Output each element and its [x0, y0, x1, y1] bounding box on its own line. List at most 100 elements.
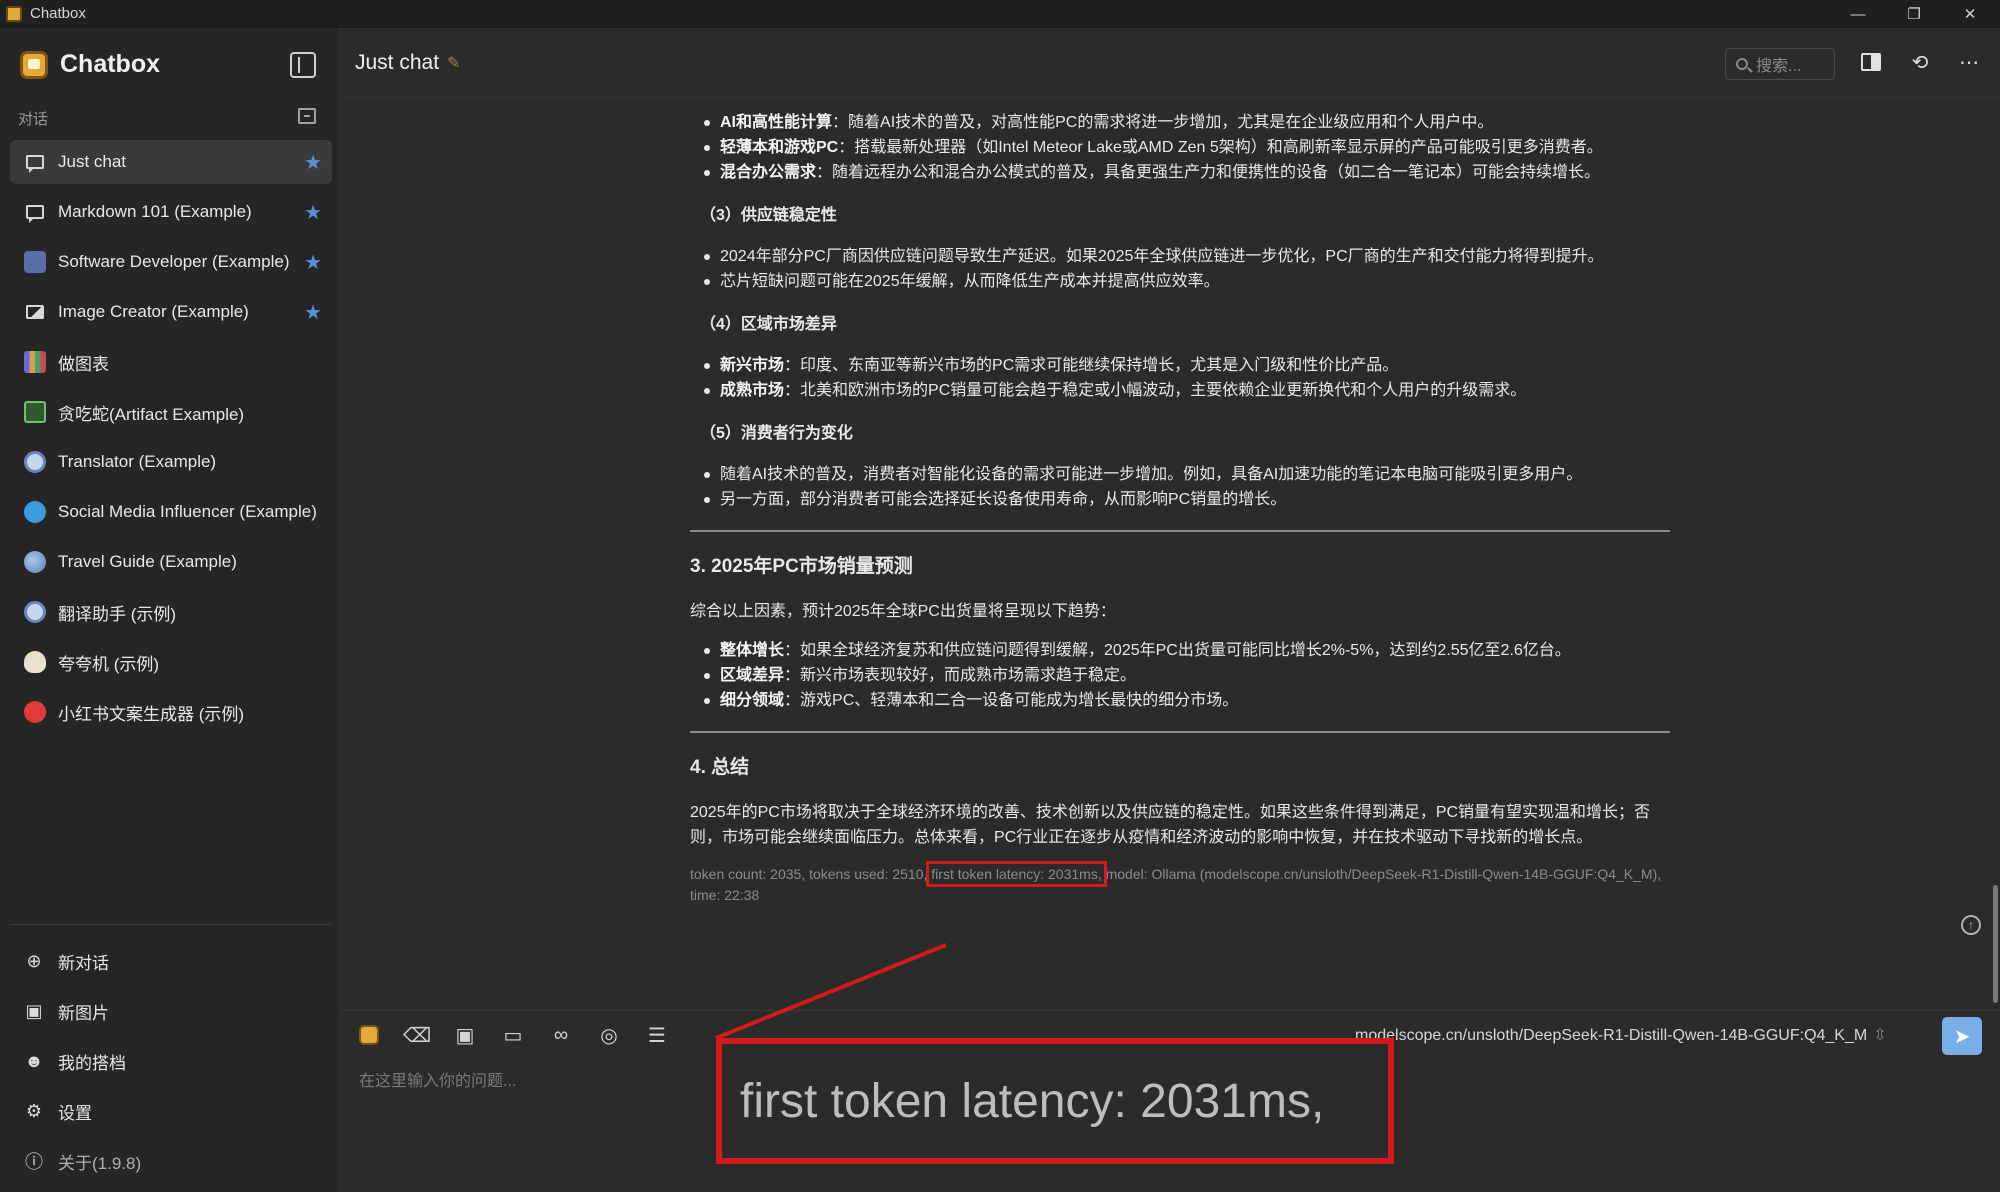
new-image-button[interactable]: ▣ 新图片 [10, 989, 332, 1033]
send-button[interactable]: ➤ [1942, 1017, 1982, 1055]
twitter-avatar-icon [24, 501, 46, 523]
xiaohongshu-avatar-icon [24, 701, 46, 723]
restore-button[interactable]: ❐ [1886, 0, 1942, 28]
assistant-message: AI和高性能计算：随着AI技术的普及，对高性能PC的需求将进一步增加，尤其是在企… [690, 110, 1670, 906]
session-item-chart[interactable]: 做图表 [10, 340, 332, 384]
settings-button[interactable]: ⚙ 设置 [10, 1089, 332, 1133]
my-partners-button[interactable]: ☻ 我的搭档 [10, 1039, 332, 1083]
bullet-list: AI和高性能计算：随着AI技术的普及，对高性能PC的需求将进一步增加，尤其是在企… [690, 110, 1670, 185]
list-item: 新兴市场：印度、东南亚等新兴市场的PC需求可能继续保持增长，尤其是入门级和性价比… [690, 353, 1670, 378]
eraser-icon[interactable]: ⌫ [403, 1021, 431, 1049]
list-item: 细分领域：游戏PC、轻薄本和二合一设备可能成为增长最快的细分市场。 [690, 688, 1670, 713]
message-input[interactable]: 在这里输入你的问题... [359, 1067, 516, 1091]
globe-avatar-icon [24, 551, 46, 573]
divider [690, 530, 1670, 532]
session-item-praise-bot[interactable]: 夸夸机 (示例) [10, 640, 332, 684]
history-icon[interactable]: ⟲ [1908, 50, 1932, 74]
collapse-sidebar-icon[interactable] [290, 52, 316, 78]
star-icon[interactable]: ★ [304, 300, 322, 325]
list-item: 2024年部分PC厂商因供应链问题导致生产延迟。如果2025年全球供应链进一步优… [690, 244, 1670, 269]
translator-avatar-icon [24, 451, 46, 473]
session-label: 做图表 [58, 354, 109, 374]
image-icon [24, 301, 46, 323]
list-item: 另一方面，部分消费者可能会选择延长设备使用寿命，从而影响PC销量的增长。 [690, 487, 1670, 512]
window-titlebar: Chatbox — ❐ ✕ [0, 0, 2000, 28]
image-add-icon: ▣ [25, 1000, 43, 1021]
more-icon[interactable]: ⋯ [1957, 50, 1981, 74]
chatbox-logo-icon [20, 50, 48, 79]
subheading: （3）供应链稳定性 [700, 207, 837, 224]
session-item-snake[interactable]: 贪吃蛇(Artifact Example) [10, 390, 332, 434]
list-item: 轻薄本和游戏PC：搭载最新处理器（如Intel Meteor Lake或AMD … [690, 135, 1670, 160]
session-item-social-media[interactable]: Social Media Influencer (Example) [10, 490, 332, 534]
close-button[interactable]: ✕ [1942, 0, 1998, 28]
chart-avatar-icon [24, 351, 46, 373]
minimize-button[interactable]: — [1830, 0, 1886, 28]
split-view-icon[interactable] [1859, 50, 1883, 74]
archive-icon[interactable] [298, 108, 316, 124]
sidebar: Chatbox 对话 Just chat ★ Markdown 101 (Exa… [0, 28, 340, 1192]
star-icon[interactable]: ★ [304, 250, 322, 275]
session-label: 小红书文案生成器 (示例) [58, 704, 245, 724]
chat-title[interactable]: Just chat [355, 51, 439, 75]
message-meta: token count: 2035, tokens used: 2510, fi… [690, 861, 1662, 903]
section-label: 对话 [18, 111, 49, 128]
action-label: 关于(1.9.8) [58, 1153, 142, 1173]
session-item-translation-helper[interactable]: 翻译助手 (示例) [10, 590, 332, 634]
session-label: Social Media Influencer (Example) [58, 502, 317, 521]
scrollbar[interactable] [1993, 885, 1998, 1003]
search-placeholder: 搜索... [1756, 58, 1802, 75]
session-item-image-creator[interactable]: Image Creator (Example) ★ [10, 290, 332, 334]
action-label: 新图片 [58, 1003, 109, 1023]
list-item: AI和高性能计算：随着AI技术的普及，对高性能PC的需求将进一步增加，尤其是在企… [690, 110, 1670, 135]
session-label: Markdown 101 (Example) [58, 202, 252, 221]
list-item: 整体增长：如果全球经济复苏和供应链问题得到缓解，2025年PC出货量可能同比增长… [690, 638, 1670, 663]
session-item-just-chat[interactable]: Just chat ★ [10, 140, 332, 184]
session-label: Just chat [58, 152, 127, 171]
about-button[interactable]: ⓘ 关于(1.9.8) [10, 1139, 332, 1183]
edit-title-icon[interactable]: ✎ [447, 53, 460, 73]
zoom-callout-text: first token latency: 2031ms, [740, 1074, 1325, 1128]
link-icon[interactable]: ∞ [547, 1021, 575, 1049]
list-item: 混合办公需求：随着远程办公和混合办公模式的普及，具备更强生产力和便携性的设备（如… [690, 160, 1670, 185]
info-icon: ⓘ [25, 1152, 43, 1172]
partner-icon: ☻ [24, 1050, 44, 1071]
chatbox-mini-icon[interactable] [355, 1021, 383, 1049]
developer-avatar-icon [24, 251, 46, 273]
list-item: 芯片短缺问题可能在2025年缓解，从而降低生产成本并提高供应效率。 [690, 269, 1670, 294]
chat-bubble-icon [24, 151, 46, 173]
sliders-icon[interactable]: ☰ [643, 1021, 671, 1049]
new-chat-button[interactable]: ⊕ 新对话 [10, 939, 332, 983]
input-toolbar: ⌫ ▣ ▭ ∞ ◎ ☰ [355, 1021, 691, 1049]
session-item-markdown[interactable]: Markdown 101 (Example) ★ [10, 190, 332, 234]
session-label: Travel Guide (Example) [58, 552, 237, 571]
translator-avatar-icon [24, 601, 46, 623]
scroll-to-top-icon[interactable]: ↑ [1961, 915, 1981, 935]
bullet-list: 新兴市场：印度、东南亚等新兴市场的PC需求可能继续保持增长，尤其是入门级和性价比… [690, 353, 1670, 403]
image-upload-icon[interactable]: ▣ [451, 1021, 479, 1049]
session-item-software-developer[interactable]: Software Developer (Example) ★ [10, 240, 332, 284]
chat-header: Just chat ✎ 搜索... ⟲ ⋯ [341, 28, 2000, 98]
app-icon [6, 5, 22, 22]
action-label: 新对话 [58, 953, 109, 973]
session-item-xiaohongshu[interactable]: 小红书文案生成器 (示例) [10, 690, 332, 734]
model-selector[interactable]: modelscope.cn/unsloth/DeepSeek-R1-Distil… [1355, 1025, 1887, 1045]
bullet-list: 2024年部分PC厂商因供应链问题导致生产延迟。如果2025年全球供应链进一步优… [690, 244, 1670, 294]
window-title: Chatbox [30, 5, 86, 22]
star-icon[interactable]: ★ [304, 150, 322, 175]
star-icon[interactable]: ★ [304, 200, 322, 225]
search-input[interactable]: 搜索... [1725, 48, 1835, 80]
list-item: 成熟市场：北美和欧洲市场的PC销量可能会趋于稳定或小幅波动，主要依赖企业更新换代… [690, 378, 1670, 403]
globe-icon[interactable]: ◎ [595, 1021, 623, 1049]
session-label: 夸夸机 (示例) [58, 654, 160, 674]
session-item-translator[interactable]: Translator (Example) [10, 440, 332, 484]
sidebar-actions: ⊕ 新对话 ▣ 新图片 ☻ 我的搭档 ⚙ 设置 ⓘ 关于(1.9.8) [10, 924, 332, 1189]
session-item-travel-guide[interactable]: Travel Guide (Example) [10, 540, 332, 584]
send-icon: ➤ [1953, 1025, 1971, 1048]
brand: Chatbox [20, 50, 160, 79]
folder-icon[interactable]: ▭ [499, 1021, 527, 1049]
session-label: Software Developer (Example) [58, 252, 290, 271]
bullet-list: 整体增长：如果全球经济复苏和供应链问题得到缓解，2025年PC出货量可能同比增长… [690, 638, 1670, 713]
list-item: 区域差异：新兴市场表现较好，而成熟市场需求趋于稳定。 [690, 663, 1670, 688]
section-heading: 3. 2025年PC市场销量预测 [690, 556, 913, 577]
